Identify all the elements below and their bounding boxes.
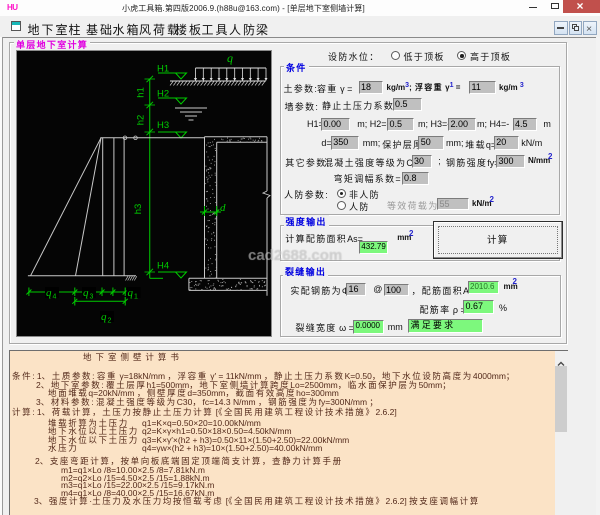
svg-text:3: 3	[90, 294, 94, 301]
svg-text:d: d	[220, 202, 226, 214]
svg-text:4: 4	[53, 294, 57, 301]
svg-text:H4: H4	[157, 261, 169, 272]
svg-text:h3: h3	[133, 204, 144, 215]
svg-text:1: 1	[134, 294, 138, 301]
svg-text:q: q	[128, 287, 134, 299]
svg-text:2: 2	[108, 318, 112, 325]
svg-text:h2: h2	[136, 115, 147, 126]
svg-text:q: q	[83, 287, 89, 299]
svg-text:H3: H3	[157, 120, 169, 131]
svg-text:q: q	[227, 51, 233, 65]
svg-text:q: q	[101, 311, 107, 323]
svg-text:h1: h1	[136, 87, 147, 98]
svg-text:q: q	[46, 287, 52, 299]
